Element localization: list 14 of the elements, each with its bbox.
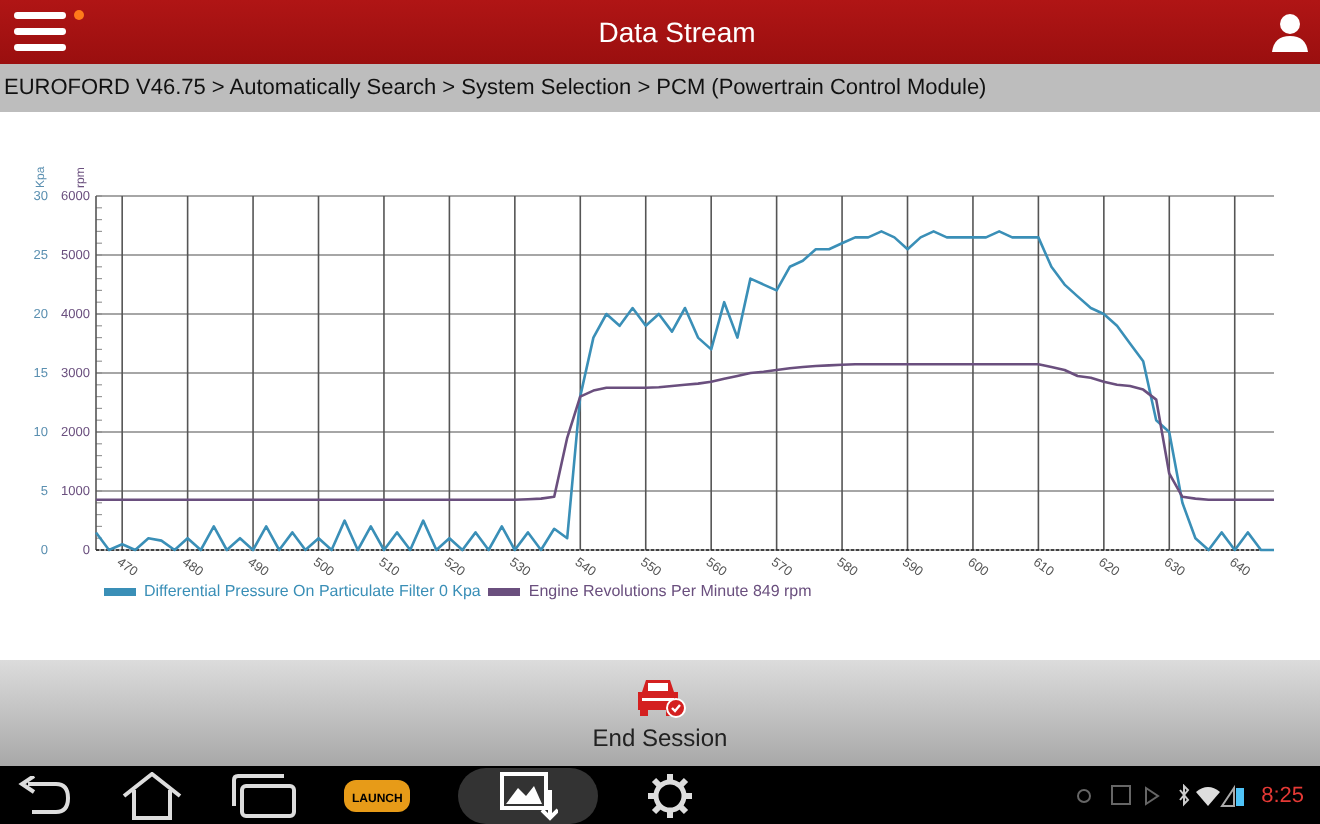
user-icon[interactable] xyxy=(1272,12,1308,52)
recent-apps-icon[interactable] xyxy=(232,773,296,817)
screenshot-icon[interactable] xyxy=(498,769,559,821)
back-icon[interactable] xyxy=(16,775,72,815)
menu-icon[interactable] xyxy=(14,10,66,54)
settings-icon[interactable] xyxy=(646,771,695,819)
clock: 8:25 xyxy=(1261,783,1304,807)
home-icon[interactable] xyxy=(120,771,184,819)
legend-label: Engine Revolutions Per Minute 849 rpm xyxy=(528,582,812,600)
end-session-button[interactable]: End Session xyxy=(572,669,748,757)
legend-label: Differential Pressure On Particulate Filter 0 Kpa xyxy=(144,582,481,600)
window-title: Data Stream xyxy=(596,16,758,48)
car-check-icon xyxy=(633,675,686,719)
breadcrumb: EUROFORD V46.75 > Automatically Search > System Selection > PCM (Powertrain Control Module) xyxy=(4,76,987,100)
